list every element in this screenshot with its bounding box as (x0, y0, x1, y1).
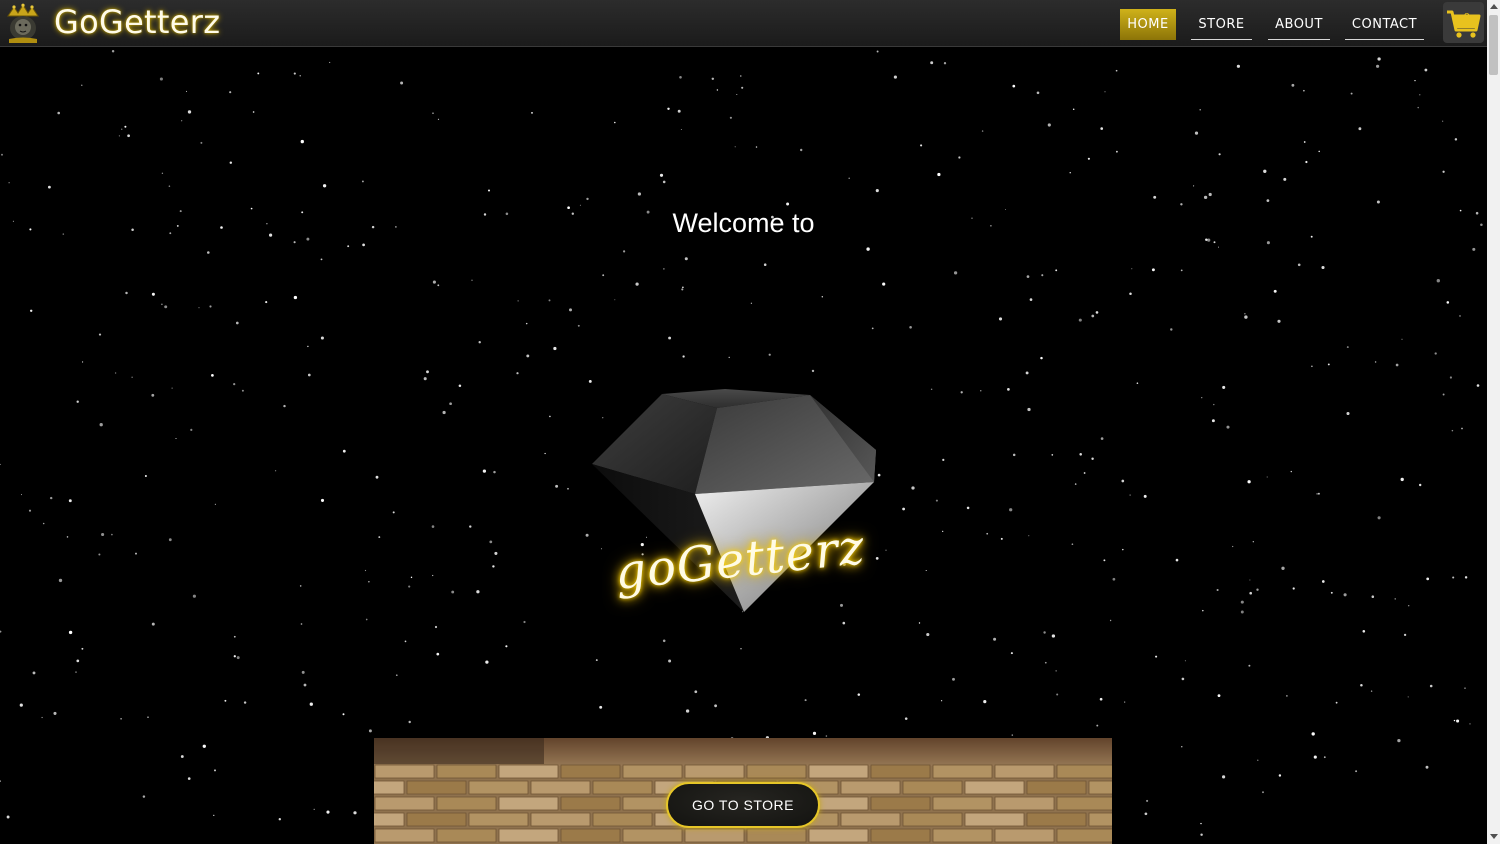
nav-link-store[interactable]: STORE (1191, 9, 1252, 40)
crown-lion-logo-icon[interactable] (5, 3, 41, 44)
nav-link-contact[interactable]: CONTACT (1345, 9, 1424, 40)
brand-name[interactable]: GoGetterz (54, 2, 220, 42)
scroll-down-arrow-icon[interactable] (1490, 834, 1498, 839)
top-navbar: GoGetterz HOME STORE ABOUT CONTACT 0 (0, 0, 1487, 47)
nav-link-about[interactable]: ABOUT (1268, 9, 1330, 40)
nav-link-home[interactable]: HOME (1120, 9, 1176, 40)
vertical-scrollbar[interactable] (1487, 0, 1500, 844)
welcome-heading: Welcome to (672, 208, 815, 238)
cart-button[interactable]: 0 (1443, 2, 1484, 43)
cart-count-badge: 0 (1463, 11, 1471, 25)
scrollbar-thumb[interactable] (1489, 15, 1498, 75)
go-to-store-button[interactable]: GO TO STORE (666, 782, 820, 828)
scroll-up-arrow-icon[interactable] (1490, 4, 1498, 9)
